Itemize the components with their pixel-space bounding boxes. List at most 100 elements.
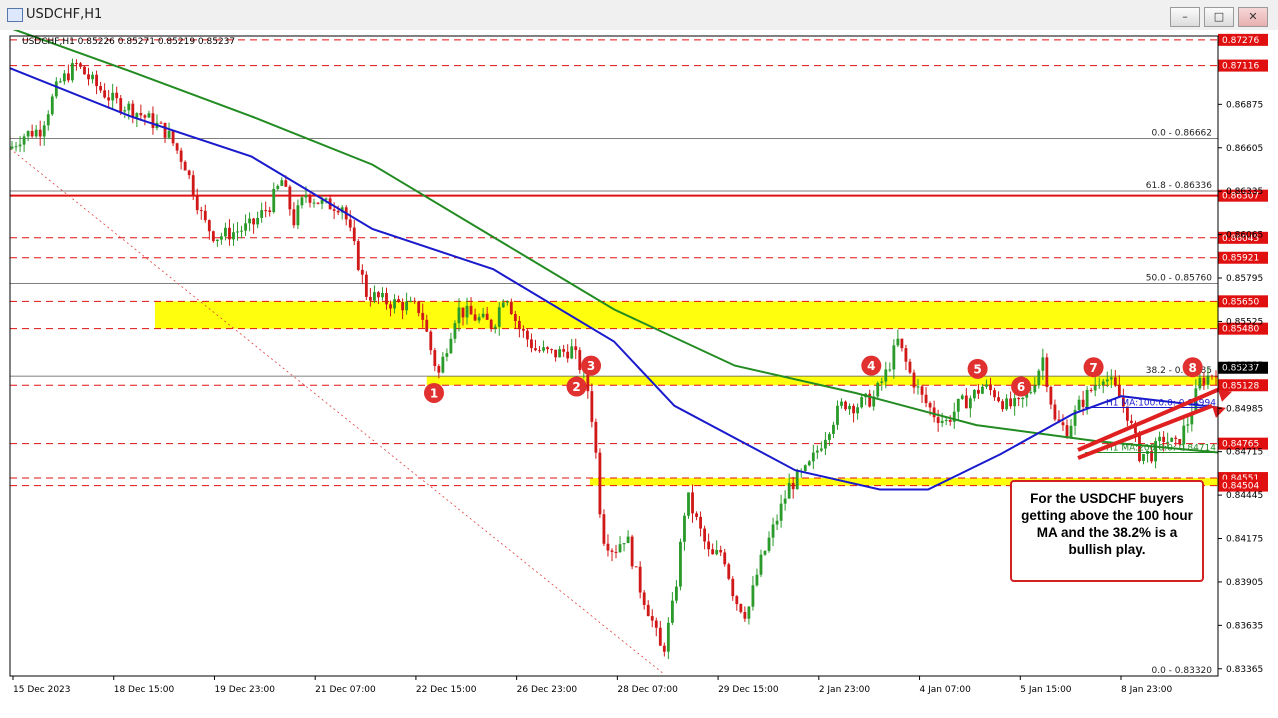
candle-body — [562, 349, 566, 352]
candle-body — [626, 536, 630, 544]
price-chart[interactable]: 0.872760.871160.863070.860450.859210.856… — [0, 30, 1278, 718]
candle-body — [143, 115, 147, 118]
candle-body — [264, 210, 268, 212]
candle-body — [964, 395, 968, 409]
candle-body — [675, 586, 678, 601]
candle-body — [630, 536, 634, 567]
candle-body — [1061, 422, 1065, 426]
price-tick-label: 0.84175 — [1226, 535, 1263, 545]
candle-body — [900, 338, 904, 349]
candle-body — [711, 549, 715, 555]
candle-body — [195, 195, 199, 211]
arrow-head — [1218, 389, 1232, 402]
candle-body — [944, 419, 948, 421]
candle-body — [115, 92, 119, 99]
candle-body — [977, 389, 980, 394]
level-label: 0.87276 — [1222, 36, 1259, 46]
candle-body — [103, 90, 107, 98]
candle-body — [332, 209, 336, 211]
candle-body — [1113, 377, 1117, 385]
candle-body — [679, 541, 682, 587]
candle-body — [30, 131, 34, 137]
price-tick-label: 0.86605 — [1226, 144, 1263, 154]
candle-body — [570, 346, 574, 359]
candle-body — [111, 92, 115, 101]
candle-body — [441, 356, 445, 373]
ma-100-line — [9, 67, 1219, 491]
candle-body — [91, 74, 94, 80]
candle-body — [1077, 399, 1081, 411]
candle-body — [215, 239, 219, 242]
candle-body — [1037, 370, 1041, 386]
candle-body — [417, 301, 421, 313]
candle-body — [389, 304, 392, 309]
candle-body — [622, 543, 626, 545]
candle-body — [852, 405, 855, 414]
candle-body — [131, 103, 135, 118]
price-tick-label: 0.84715 — [1226, 448, 1263, 458]
close-button[interactable]: ✕ — [1238, 7, 1268, 27]
level-label: 0.85650 — [1222, 297, 1259, 307]
fib-label: 50.0 - 0.85760 — [1146, 274, 1212, 284]
candle-body — [916, 386, 920, 388]
candle-body — [461, 307, 465, 318]
candle-body — [662, 645, 666, 652]
candle-body — [429, 331, 433, 351]
candle-body — [526, 330, 529, 340]
minimize-button[interactable]: – — [1170, 7, 1200, 27]
price-tick-label: 0.83365 — [1226, 665, 1263, 675]
candle-body — [425, 319, 429, 332]
window-titlebar: USDCHF,H1 – □ ✕ — [0, 0, 1278, 31]
date-tick-label: 18 Dec 15:00 — [114, 685, 175, 695]
chart-info: USDCHF,H1 0.85226 0.85271 0.85219 0.8523… — [22, 37, 235, 47]
level-label: 0.85128 — [1222, 381, 1259, 391]
candle-body — [509, 301, 513, 314]
maximize-button[interactable]: □ — [1204, 7, 1234, 27]
candle-body — [244, 223, 247, 231]
date-tick-label: 21 Dec 07:00 — [315, 685, 376, 695]
level-label: 0.84504 — [1222, 482, 1259, 492]
candle-body — [364, 274, 368, 297]
price-tick-label: 0.85255 — [1226, 361, 1263, 371]
candle-body — [828, 433, 831, 440]
candle-body — [594, 421, 598, 453]
chart-area[interactable]: 0.87276 0.87116 0.86307 0.86045 0.85921 0.856… — [0, 30, 1278, 718]
candle-body — [1186, 424, 1190, 426]
candle-body — [449, 338, 453, 354]
candle-body — [79, 63, 82, 67]
candle-body — [304, 194, 308, 198]
candle-body — [1041, 357, 1045, 371]
candle-body — [14, 146, 18, 148]
candle-body — [300, 197, 304, 206]
candle-body — [1142, 453, 1145, 461]
candle-body — [848, 405, 851, 410]
candle-body — [211, 231, 215, 242]
candle-body — [735, 596, 739, 605]
candle-body — [1017, 397, 1021, 400]
date-tick-label: 4 Jan 07:00 — [920, 685, 972, 695]
candle-body — [908, 361, 912, 373]
candle-body — [199, 210, 203, 212]
candle-body — [602, 514, 606, 544]
candle-body — [373, 292, 376, 301]
candle-body — [1198, 377, 1202, 389]
candle-body — [791, 482, 795, 490]
candle-body — [550, 349, 553, 351]
candle-body — [695, 513, 698, 517]
candle-body — [936, 417, 940, 424]
candle-body — [409, 300, 413, 302]
candle-body — [771, 524, 775, 538]
candle-body — [433, 350, 437, 367]
candle-body — [997, 397, 1000, 402]
candle-body — [699, 516, 702, 529]
candle-body — [18, 144, 22, 147]
candle-body — [66, 73, 70, 81]
marker-label: 7 — [1089, 361, 1097, 375]
candle-body — [288, 186, 292, 210]
candle-body — [981, 386, 984, 394]
candle-body — [405, 301, 409, 311]
candle-body — [135, 113, 139, 118]
candle-body — [578, 350, 582, 371]
candle-body — [54, 81, 58, 97]
candle-body — [823, 439, 827, 449]
